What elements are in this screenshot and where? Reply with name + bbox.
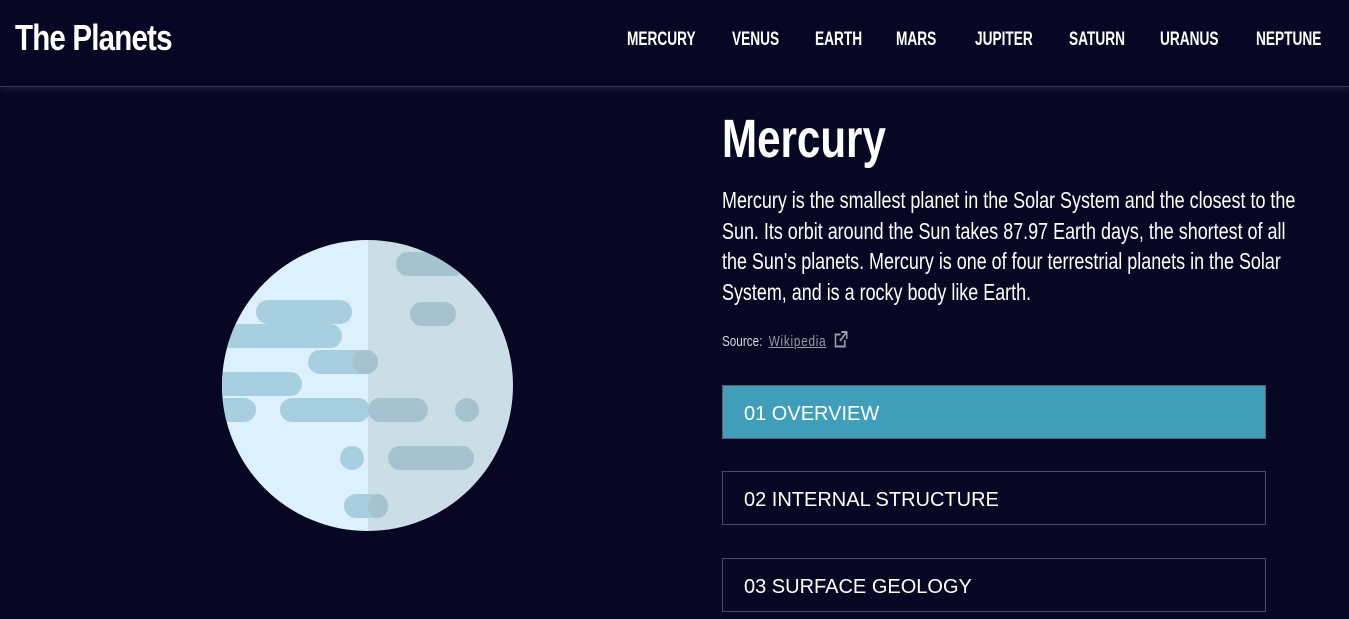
nav-item-jupiter[interactable]: JUPITER bbox=[975, 29, 1033, 51]
nav-item-earth[interactable]: EARTH bbox=[815, 29, 862, 51]
external-link-icon[interactable] bbox=[834, 331, 848, 352]
site-header: The Planets MERCURY VENUS EARTH MARS JUP… bbox=[0, 0, 1349, 87]
planet-description: Mercury is the smallest planet in the So… bbox=[722, 187, 1296, 305]
nav-item-uranus[interactable]: URANUS bbox=[1160, 29, 1219, 51]
nav-item-venus[interactable]: VENUS bbox=[732, 29, 779, 51]
tab-surface-geology[interactable]: 03 SURFACE GEOLOGY bbox=[722, 558, 1266, 612]
tab-internal-structure-label: 02 INTERNAL STRUCTURE bbox=[744, 489, 999, 511]
tab-surface-geology-label: 03 SURFACE GEOLOGY bbox=[744, 576, 972, 598]
main-nav: MERCURY VENUS EARTH MARS JUPITER SATURN … bbox=[0, 29, 1349, 53]
nav-item-saturn[interactable]: SATURN bbox=[1069, 29, 1125, 51]
tab-overview-label: 01 OVERVIEW bbox=[744, 403, 880, 425]
tab-internal-structure[interactable]: 02 INTERNAL STRUCTURE bbox=[722, 471, 1266, 525]
nav-item-mars[interactable]: MARS bbox=[896, 29, 936, 51]
nav-item-mercury[interactable]: MERCURY bbox=[627, 29, 696, 51]
planet-title: Mercury bbox=[722, 109, 886, 169]
mercury-planet-icon bbox=[222, 240, 513, 531]
source-line: Source: Wikipedia bbox=[722, 331, 848, 352]
source-link[interactable]: Wikipedia bbox=[769, 333, 827, 350]
nav-item-neptune[interactable]: NEPTUNE bbox=[1256, 29, 1321, 51]
source-label: Source: bbox=[722, 333, 763, 350]
tab-overview[interactable]: 01 OVERVIEW bbox=[722, 385, 1266, 439]
